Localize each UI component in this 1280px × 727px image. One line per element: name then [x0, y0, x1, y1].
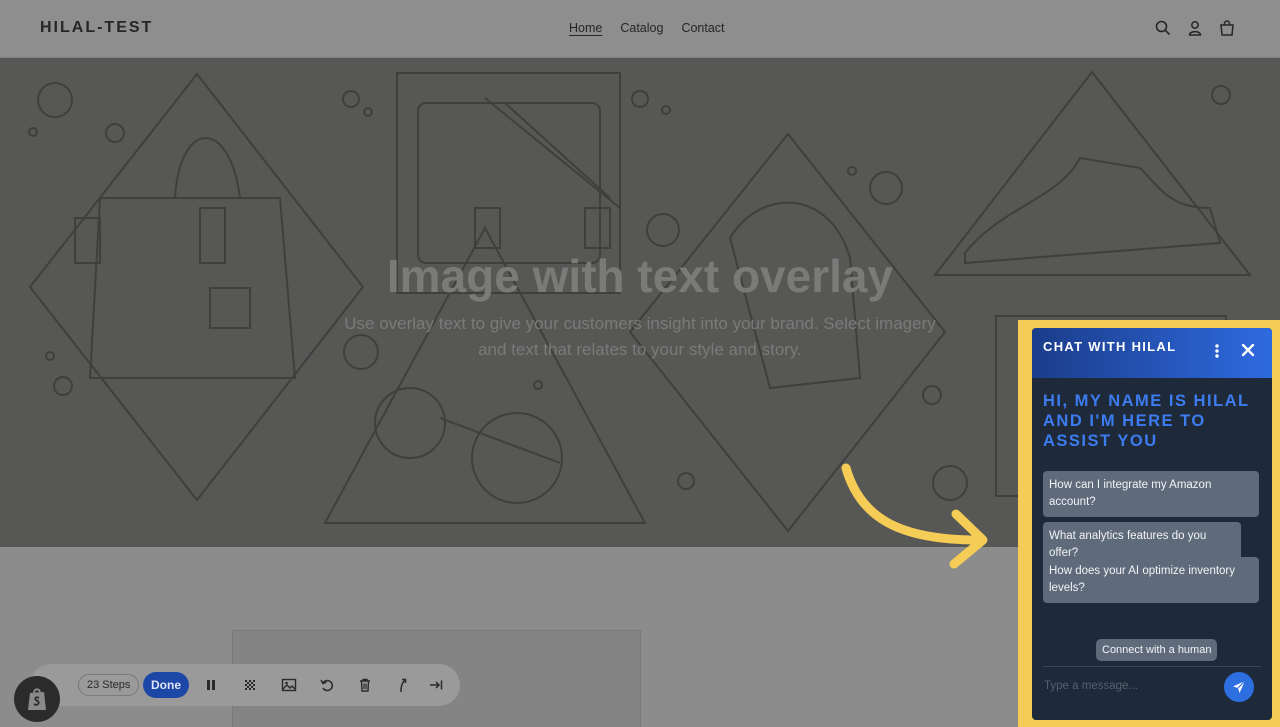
- undo-icon[interactable]: [317, 675, 337, 695]
- store-logo[interactable]: HILAL-TEST: [40, 19, 153, 37]
- suggestion-button-inventory[interactable]: How does your AI optimize inventory leve…: [1043, 557, 1259, 603]
- send-icon[interactable]: [1224, 672, 1254, 702]
- close-icon[interactable]: [1240, 342, 1256, 358]
- trash-icon[interactable]: [355, 675, 375, 695]
- pause-icon[interactable]: [201, 675, 221, 695]
- site-header: HILAL-TEST Home Catalog Contact: [0, 0, 1280, 58]
- main-nav: Home Catalog Contact: [569, 21, 725, 35]
- header-icons: [1154, 19, 1236, 37]
- chat-header: CHAT WITH HILAL: [1032, 328, 1272, 378]
- blur-icon[interactable]: [240, 675, 260, 695]
- skip-to-end-icon[interactable]: [426, 675, 446, 695]
- chat-widget: CHAT WITH HILAL HI, MY NAME IS HILAL AND…: [1032, 328, 1272, 720]
- nav-catalog[interactable]: Catalog: [620, 21, 663, 35]
- kebab-menu-icon[interactable]: [1212, 343, 1222, 359]
- hero-title: Image with text overlay: [386, 250, 894, 302]
- chat-greeting: HI, MY NAME IS HILAL AND I'M HERE TO ASS…: [1043, 392, 1250, 450]
- message-input[interactable]: [1044, 673, 1214, 699]
- hero-description: Use overlay text to give your customers …: [344, 314, 936, 359]
- shopify-icon[interactable]: [14, 676, 60, 722]
- steps-count-badge[interactable]: 23 Steps: [78, 674, 140, 696]
- highlight-arrow-icon: [841, 463, 988, 569]
- branch-icon[interactable]: [393, 675, 413, 695]
- nav-contact[interactable]: Contact: [681, 21, 724, 35]
- chat-title: CHAT WITH HILAL: [1043, 339, 1177, 354]
- chat-divider: [1043, 666, 1261, 667]
- connect-human-button[interactable]: Connect with a human: [1096, 639, 1218, 661]
- cart-icon[interactable]: [1218, 19, 1236, 37]
- image-icon[interactable]: [279, 675, 299, 695]
- search-icon[interactable]: [1154, 19, 1172, 37]
- done-button[interactable]: Done: [143, 672, 189, 698]
- suggestion-button-amazon[interactable]: How can I integrate my Amazon account?: [1043, 471, 1259, 517]
- nav-home[interactable]: Home: [569, 21, 602, 35]
- account-icon[interactable]: [1186, 19, 1204, 37]
